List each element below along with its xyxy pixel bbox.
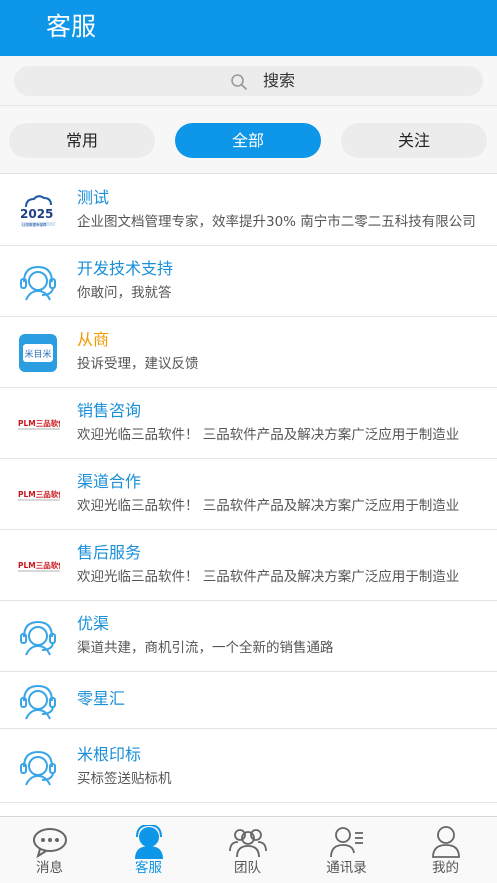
logo-plm-text: PLM三品软件: [18, 560, 60, 570]
filter-tabs: 常用 全部 关注: [0, 106, 497, 174]
item-name: 从商: [77, 330, 110, 349]
logo-plm-icon: PLM三品软件: [18, 489, 60, 501]
service-person-icon: [135, 825, 163, 859]
logo-mimi-icon: 米目米: [19, 334, 57, 372]
logo-plm-icon: PLM三品软件: [18, 560, 60, 572]
item-name: 渠道合作: [77, 472, 142, 491]
item-desc: 买标签送贴标机: [77, 771, 172, 787]
tab-messages[interactable]: 消息: [0, 817, 99, 883]
list-item[interactable]: PLM三品软件 售后服务 欢迎光临三品软件！ 三品软件产品及解决方案广泛应用于制…: [0, 530, 497, 601]
logo-plm-text: PLM三品软件: [18, 418, 60, 428]
tab-profile-label: 我的: [432, 860, 459, 876]
list-item[interactable]: 优渠 渠道共建，商机引流，一个全新的销售通路: [0, 601, 497, 672]
list-item[interactable]: PLM三品软件 渠道合作 欢迎光临三品软件！ 三品软件产品及解决方案广泛应用于制…: [0, 459, 497, 530]
chat-bubble-icon: [33, 828, 67, 859]
tab-all[interactable]: 全部: [175, 123, 321, 158]
headset-icon: [20, 620, 56, 656]
team-icon: [229, 829, 267, 858]
tab-following[interactable]: 关注: [341, 123, 487, 158]
item-name: 测试: [77, 188, 110, 207]
search-placeholder: 搜索: [263, 71, 296, 90]
item-desc: 你敢问，我就答: [77, 285, 172, 301]
tab-profile[interactable]: 我的: [396, 817, 495, 883]
item-name: 零星汇: [77, 689, 126, 708]
item-name: 销售咨询: [77, 401, 142, 420]
search-bar: 搜索: [0, 56, 497, 106]
logo-plm-icon: PLM三品软件: [18, 418, 60, 430]
list-item[interactable]: PLM三品软件 销售咨询 欢迎光临三品软件！ 三品软件产品及解决方案广泛应用于制…: [0, 388, 497, 459]
item-name: 优渠: [77, 614, 110, 633]
list-item[interactable]: 米目米 从商 投诉受理，建议反馈: [0, 317, 497, 388]
list-item[interactable]: 米根印标 买标签送贴标机: [0, 729, 497, 803]
tab-team[interactable]: 团队: [198, 817, 297, 883]
item-desc: 投诉受理，建议反馈: [77, 356, 199, 372]
profile-icon: [432, 826, 460, 858]
bottom-tab-bar: 消息 客服 团队 通讯录 我的: [0, 816, 497, 883]
item-desc: 欢迎光临三品软件！ 三品软件产品及解决方案广泛应用于制造业: [77, 569, 460, 585]
tab-team-label: 团队: [234, 860, 261, 876]
logo-mimi-text: 米目米: [24, 348, 51, 360]
app-header: 客服: [0, 0, 497, 56]
logo-2025-icon: 2025 让您数据有保障: [20, 195, 55, 227]
tab-service[interactable]: 客服: [99, 817, 198, 883]
logo-2025-text: 2025: [20, 207, 53, 221]
item-name: 售后服务: [77, 543, 142, 562]
item-desc: 企业图文档管理专家，效率提升30% 南宁市二零二五科技有限公司: [77, 214, 476, 230]
item-name: 开发技术支持: [77, 259, 174, 278]
headset-icon: [20, 684, 56, 720]
search-input[interactable]: 搜索: [14, 66, 483, 96]
list-item[interactable]: 2025 让您数据有保障 测试 企业图文档管理专家，效率提升30% 南宁市二零二…: [0, 175, 497, 246]
item-desc: 欢迎光临三品软件！ 三品软件产品及解决方案广泛应用于制造业: [77, 427, 460, 443]
item-desc: 渠道共建，商机引流，一个全新的销售通路: [77, 640, 334, 656]
item-name: 米根印标: [77, 745, 142, 764]
tab-contacts-label: 通讯录: [326, 860, 367, 876]
tab-contacts[interactable]: 通讯录: [297, 817, 396, 883]
search-icon: [231, 74, 247, 90]
item-desc: 欢迎光临三品软件！ 三品软件产品及解决方案广泛应用于制造业: [77, 498, 460, 514]
logo-2025-subtext: 让您数据有保障: [22, 222, 47, 227]
logo-plm-text: PLM三品软件: [18, 489, 60, 499]
contacts-icon: [330, 827, 363, 858]
tab-service-label: 客服: [135, 860, 162, 876]
page-title: 客服: [46, 12, 97, 41]
list-item[interactable]: 零星汇: [0, 672, 497, 729]
headset-icon: [20, 265, 56, 301]
tab-messages-label: 消息: [36, 860, 63, 876]
headset-icon: [20, 750, 56, 786]
list-item[interactable]: 开发技术支持 你敢问，我就答: [0, 246, 497, 317]
tab-common[interactable]: 常用: [9, 123, 155, 158]
